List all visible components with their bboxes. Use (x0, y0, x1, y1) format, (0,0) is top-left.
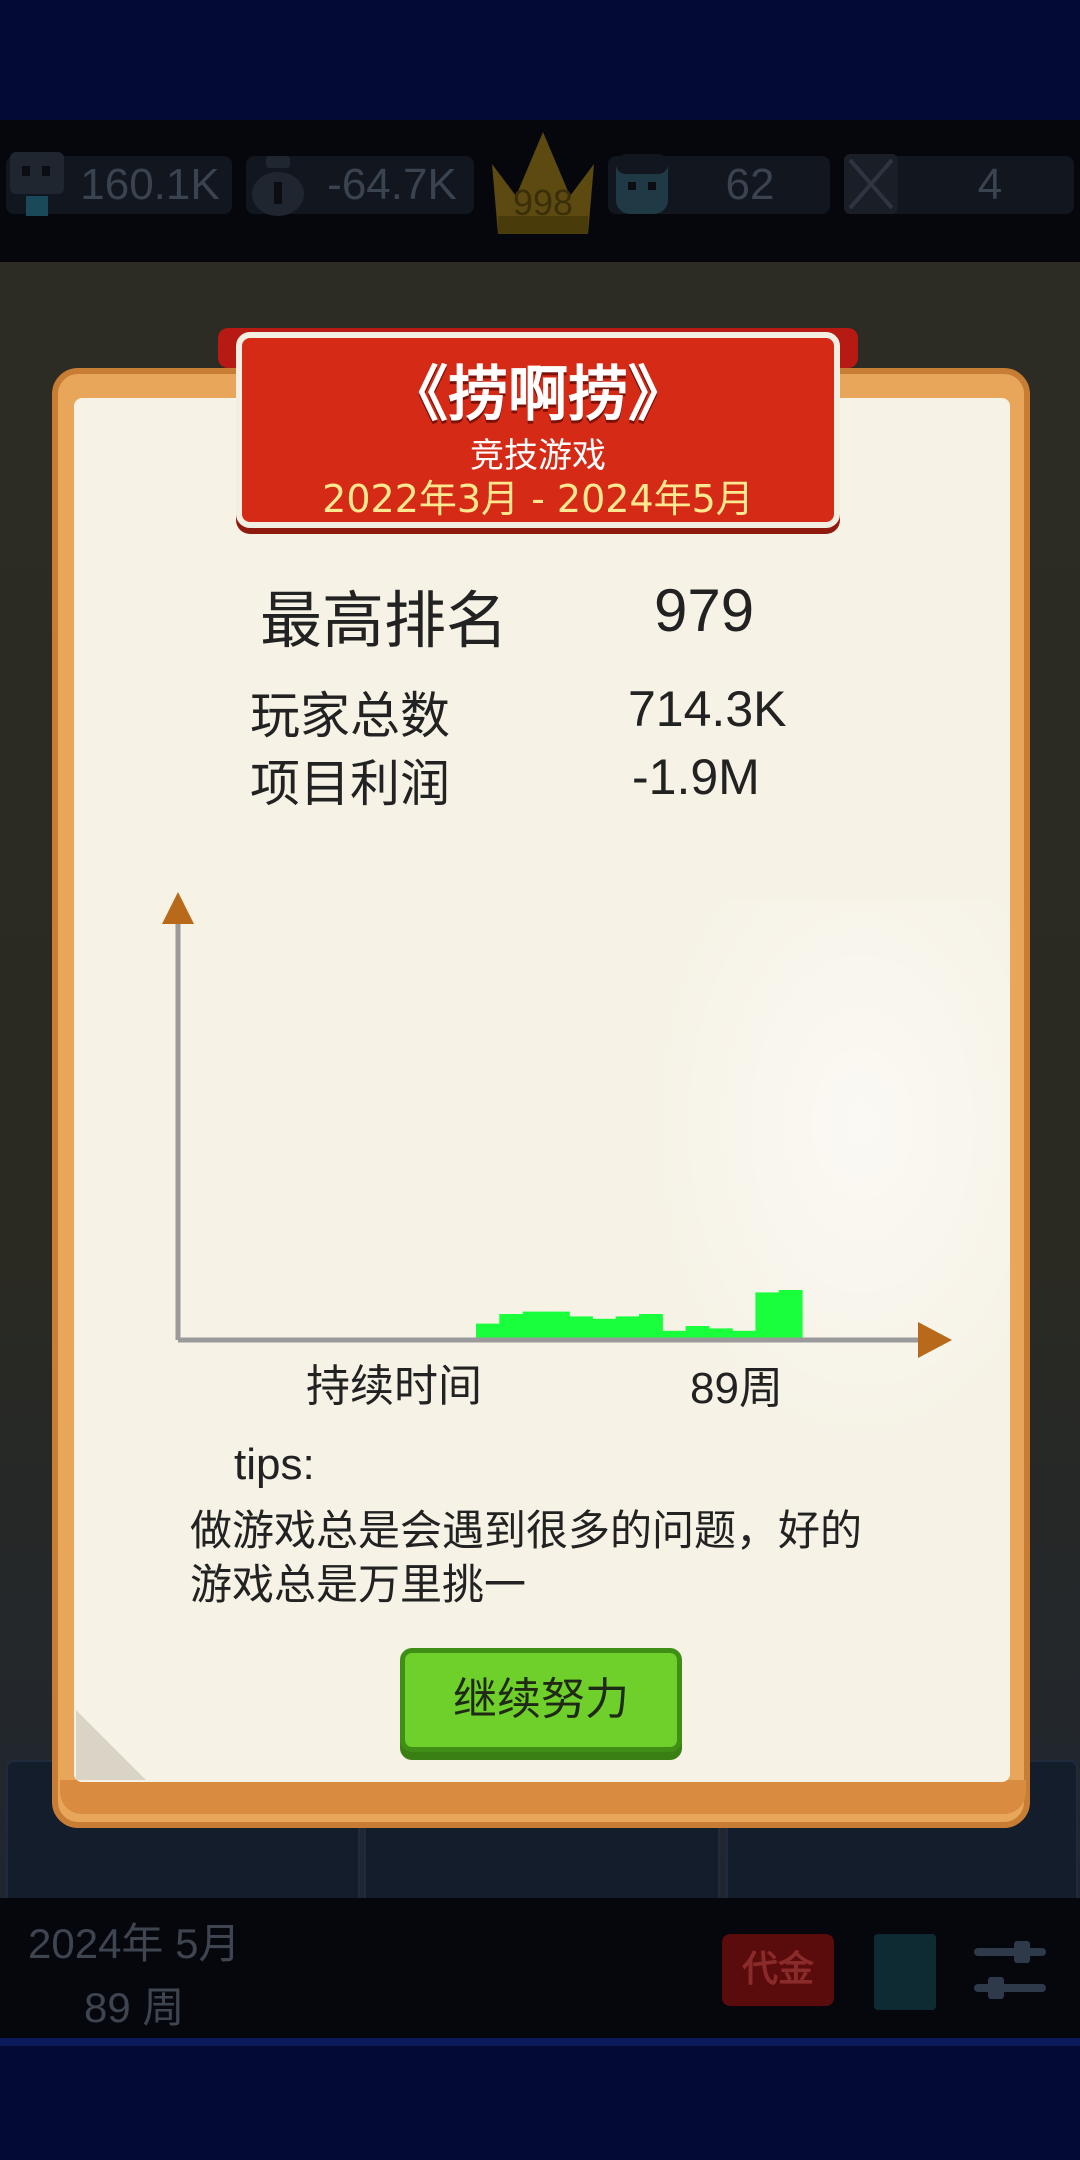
rank-value: 998 (512, 182, 574, 223)
chart-area (476, 1290, 803, 1338)
card-bottom-edge (60, 1780, 1026, 1814)
x-axis-arrow-icon (918, 1322, 952, 1358)
misc-value: 4 (977, 160, 1003, 209)
profit-label: 项目利润 (250, 755, 450, 813)
chart-bar (639, 1314, 663, 1338)
chart-bar (592, 1318, 617, 1338)
tips-title: tips: (234, 1440, 315, 1489)
profit-value: -64.7K (327, 160, 457, 209)
chart-bar (708, 1328, 733, 1338)
title-ribbon: 《捞啊捞》 竞技游戏 2022年3月 - 2024年5月 (236, 332, 840, 528)
player-trend-chart (162, 892, 952, 1358)
chart-bar (685, 1326, 710, 1338)
chart-bar (732, 1330, 756, 1338)
duration-label: 持续时间 (306, 1361, 482, 1412)
settings-sliders-icon[interactable] (974, 1938, 1046, 2002)
money-value: 160.1K (80, 160, 220, 209)
best-rank-value: 979 (654, 577, 755, 644)
best-rank-label: 最高排名 (260, 584, 509, 657)
footer-stripe (0, 2038, 1080, 2046)
fans-value: 62 (725, 160, 775, 209)
voucher-button-label: 代金 (741, 1949, 814, 1990)
current-date: 2024年 5月 (28, 1920, 241, 1967)
book-icon[interactable] (874, 1934, 936, 2010)
game-date-range: 2022年3月 - 2024年5月 (322, 477, 754, 521)
chart-bar (569, 1316, 593, 1338)
player-face-icon (616, 154, 668, 214)
chart-bar (615, 1316, 640, 1338)
duration-value: 89周 (690, 1364, 783, 1413)
continue-button[interactable]: 继续努力 (400, 1648, 682, 1752)
chart-bar (545, 1311, 570, 1338)
chart-bar (522, 1311, 547, 1338)
tips-text-line-2: 游戏总是万里挑一 (190, 1560, 527, 1609)
project-profit-value: -1.9M (632, 749, 760, 805)
chart-bar (755, 1292, 780, 1338)
money-bag-icon (252, 156, 304, 216)
chart-bar (499, 1314, 524, 1338)
chart-bar (662, 1330, 687, 1338)
game-title: 《捞啊捞》 (388, 360, 688, 430)
tips-text: 做游戏总是会遇到很多的问题，好的 游戏总是万里挑一 (190, 1504, 950, 1612)
crossed-box-icon (844, 154, 898, 214)
chart-bar (778, 1290, 803, 1338)
bottom-bar: 2024年 5月 89 周 代金 (0, 1898, 1080, 2038)
computer-icon (10, 152, 64, 216)
tips-text-line-1: 做游戏总是会遇到很多的问题，好的 (190, 1506, 863, 1555)
top-stats-bar: 160.1K -64.7K 998 62 4 (0, 120, 1080, 262)
page-fold-corner (76, 1710, 146, 1780)
y-axis-arrow-icon (162, 892, 194, 924)
players-label: 玩家总数 (250, 687, 450, 745)
voucher-button[interactable]: 代金 (722, 1934, 834, 2006)
players-value: 714.3K (628, 681, 787, 737)
chart-bar (476, 1323, 500, 1338)
continue-button-label: 继续努力 (453, 1674, 629, 1725)
current-week: 89 周 (84, 1984, 185, 2031)
